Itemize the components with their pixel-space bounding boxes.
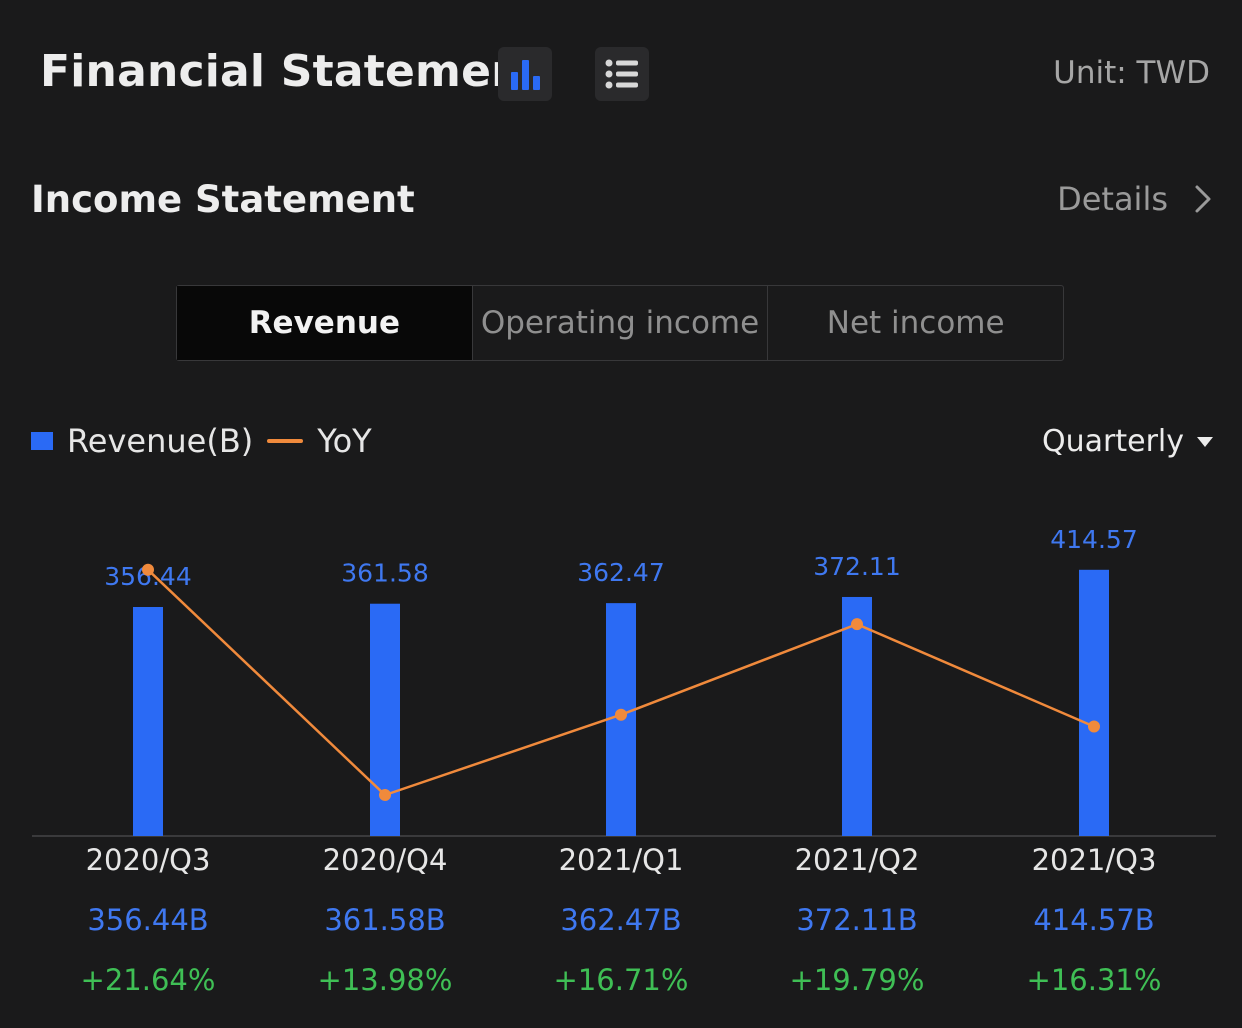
yoy-value: +21.64% <box>80 963 216 997</box>
quarter-label: 2020/Q3 <box>85 843 211 877</box>
details-label: Details <box>1057 180 1168 218</box>
yoy-value: +16.31% <box>1026 963 1162 997</box>
revenue-values-row: 356.44B 361.58B 362.47B 372.11B 414.57B <box>0 903 1242 943</box>
period-selected-label: Quarterly <box>1042 424 1184 459</box>
page-title: Financial Statement <box>40 46 544 97</box>
tab-operating-income[interactable]: Operating income <box>473 286 769 360</box>
details-link[interactable]: Details <box>1057 180 1212 218</box>
yoy-value: +16.71% <box>553 963 689 997</box>
tab-revenue[interactable]: Revenue <box>177 286 473 360</box>
bar-chart-view-button[interactable] <box>498 47 552 101</box>
yoy-legend-swatch <box>267 439 304 443</box>
revenue-chart: 356.44 361.58 362.47 372.11414.57 <box>32 525 1216 837</box>
quarter-label: 2021/Q1 <box>558 843 684 877</box>
revenue-value: 362.47B <box>560 903 682 937</box>
list-view-button[interactable] <box>595 47 649 101</box>
chart-legend: Revenue(B) YoY <box>31 422 372 460</box>
revenue-bar[interactable] <box>842 596 872 836</box>
revenue-legend-label: Revenue(B) <box>67 422 254 460</box>
revenue-bar[interactable] <box>1079 569 1109 836</box>
yoy-values-row: +21.64% +13.98% +16.71% +19.79% +16.31% <box>0 963 1242 1003</box>
caret-down-icon <box>1197 436 1213 447</box>
yoy-legend-label: YoY <box>317 422 372 460</box>
yoy-point[interactable] <box>851 618 863 631</box>
revenue-value: 372.11B <box>796 903 918 937</box>
tab-net-income[interactable]: Net income <box>768 286 1063 360</box>
revenue-legend-swatch <box>31 432 53 450</box>
yoy-point[interactable] <box>142 563 154 576</box>
list-icon <box>605 59 638 89</box>
unit-label: Unit: TWD <box>1053 55 1210 91</box>
yoy-point[interactable] <box>1088 720 1100 733</box>
quarter-label: 2021/Q2 <box>794 843 920 877</box>
quarter-labels-row: 2020/Q3 2020/Q4 2021/Q1 2021/Q2 2021/Q3 <box>0 843 1242 883</box>
revenue-bar[interactable] <box>133 607 163 836</box>
section-title: Income Statement <box>31 178 415 221</box>
revenue-value: 414.57B <box>1033 903 1155 937</box>
bar-value-label: 362.47 <box>577 558 664 587</box>
yoy-value: +13.98% <box>317 963 453 997</box>
yoy-point[interactable] <box>615 708 627 721</box>
quarter-label: 2020/Q4 <box>322 843 448 877</box>
bar-chart-icon <box>511 60 540 90</box>
revenue-value: 361.58B <box>324 903 446 937</box>
yoy-point[interactable] <box>379 789 391 801</box>
chevron-right-icon <box>1195 185 1211 213</box>
bar-value-label: 372.11 <box>813 552 900 581</box>
statement-tabs: Revenue Operating income Net income <box>176 285 1064 361</box>
yoy-value: +19.79% <box>789 963 925 997</box>
quarter-label: 2021/Q3 <box>1031 843 1157 877</box>
financial-statement-page: Financial Statement Unit: TWD Income Sta… <box>0 0 1242 1028</box>
revenue-bar[interactable] <box>370 603 400 836</box>
bar-value-label: 361.58 <box>341 559 428 588</box>
bar-value-label: 414.57 <box>1050 525 1137 554</box>
revenue-value: 356.44B <box>87 903 209 937</box>
period-dropdown[interactable]: Quarterly <box>1042 424 1214 459</box>
